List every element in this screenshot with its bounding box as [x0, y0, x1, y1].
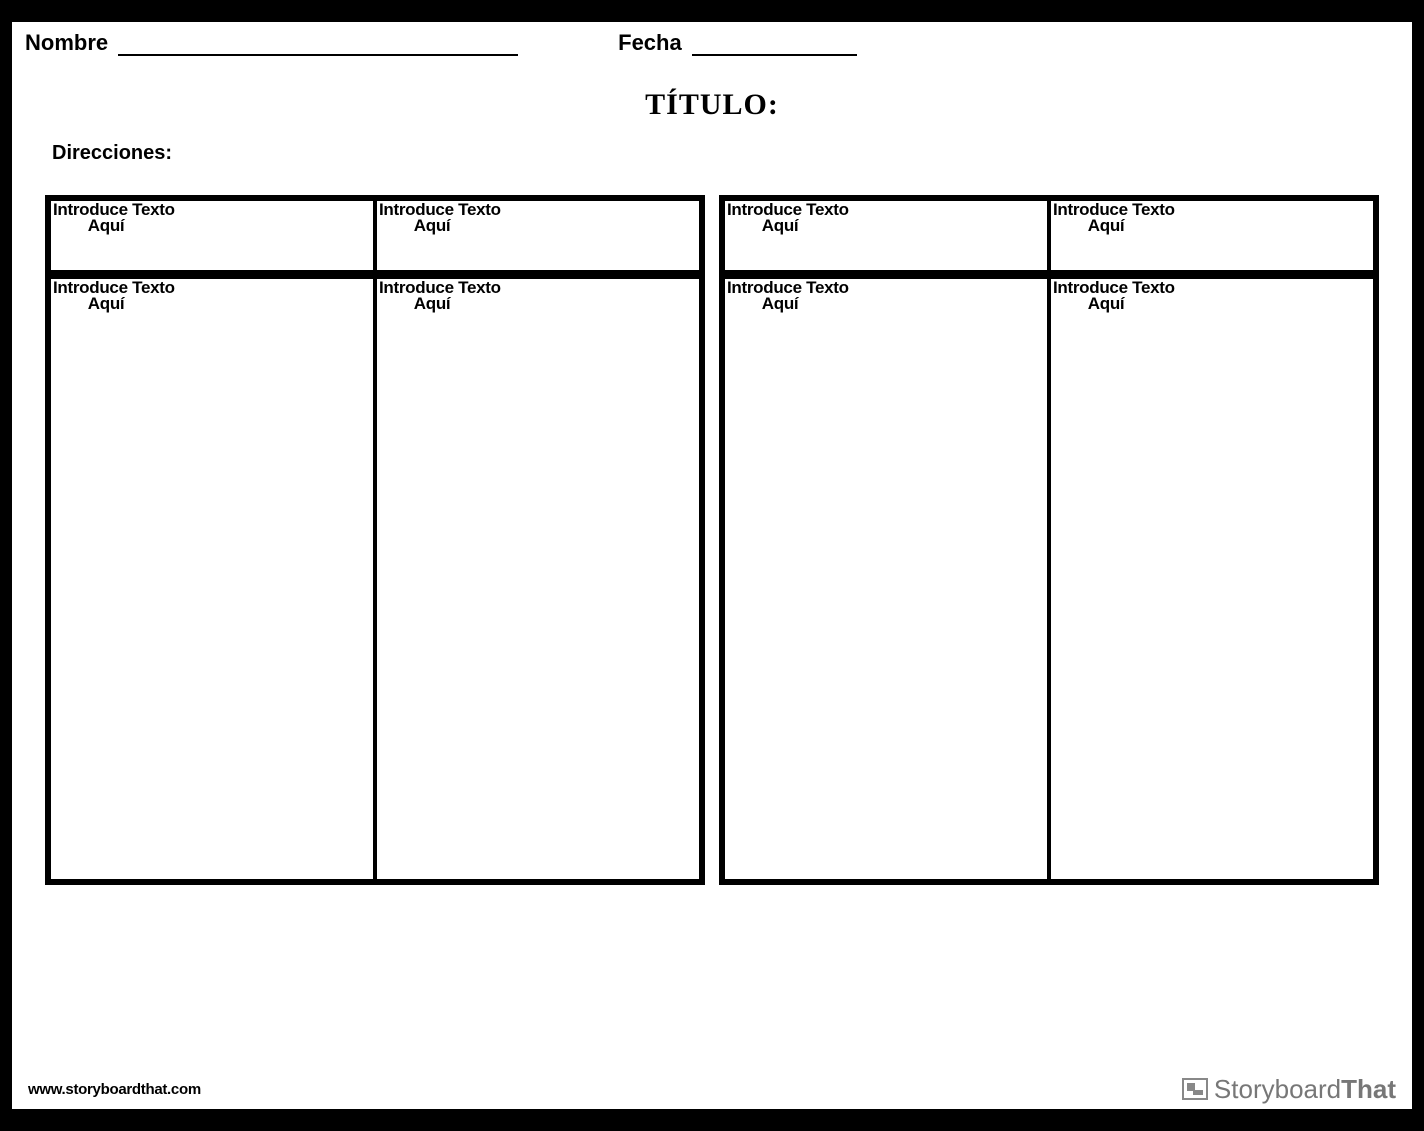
footer-brand: StoryboardThat	[1182, 1074, 1396, 1105]
date-label: Fecha	[618, 30, 682, 56]
cell-placeholder: Introduce Texto Aquí	[53, 280, 175, 312]
date-input-line[interactable]	[692, 34, 857, 56]
body-cell[interactable]: Introduce Texto Aquí	[51, 279, 377, 879]
grid-body-row: Introduce Texto Aquí Introduce Texto Aqu…	[51, 279, 699, 879]
name-label: Nombre	[25, 30, 108, 56]
body-cell[interactable]: Introduce Texto Aquí	[377, 279, 699, 879]
grid-container: Introduce Texto Aquí Introduce Texto Aqu…	[37, 195, 1387, 885]
page-title: TÍTULO:	[37, 88, 1387, 122]
worksheet-page: Nombre Fecha TÍTULO: Direcciones: Introd…	[12, 22, 1412, 1069]
grid-left: Introduce Texto Aquí Introduce Texto Aqu…	[45, 195, 705, 885]
cell-placeholder: Introduce Texto Aquí	[727, 202, 849, 234]
grid-right: Introduce Texto Aquí Introduce Texto Aqu…	[719, 195, 1379, 885]
cell-placeholder: Introduce Texto Aquí	[379, 280, 501, 312]
cell-placeholder: Introduce Texto Aquí	[379, 202, 501, 234]
body-cell[interactable]: Introduce Texto Aquí	[1051, 279, 1373, 879]
grid-body-row: Introduce Texto Aquí Introduce Texto Aqu…	[725, 279, 1373, 879]
footer: www.storyboardthat.com StoryboardThat	[12, 1069, 1412, 1109]
header-cell[interactable]: Introduce Texto Aquí	[377, 201, 699, 270]
grid-header-row: Introduce Texto Aquí Introduce Texto Aqu…	[725, 201, 1373, 279]
body-cell[interactable]: Introduce Texto Aquí	[725, 279, 1051, 879]
cell-placeholder: Introduce Texto Aquí	[727, 280, 849, 312]
header-cell[interactable]: Introduce Texto Aquí	[51, 201, 377, 270]
cell-placeholder: Introduce Texto Aquí	[1053, 280, 1175, 312]
header-cell[interactable]: Introduce Texto Aquí	[1051, 201, 1373, 270]
header-row: Nombre Fecha	[25, 30, 1387, 60]
name-input-line[interactable]	[118, 34, 518, 56]
cell-placeholder: Introduce Texto Aquí	[1053, 202, 1175, 234]
header-cell[interactable]: Introduce Texto Aquí	[725, 201, 1051, 270]
grid-header-row: Introduce Texto Aquí Introduce Texto Aqu…	[51, 201, 699, 279]
directions-label: Direcciones:	[52, 142, 1387, 165]
footer-url: www.storyboardthat.com	[28, 1081, 201, 1098]
cell-placeholder: Introduce Texto Aquí	[53, 202, 175, 234]
storyboard-icon	[1182, 1078, 1208, 1100]
brand-text: StoryboardThat	[1214, 1074, 1396, 1105]
